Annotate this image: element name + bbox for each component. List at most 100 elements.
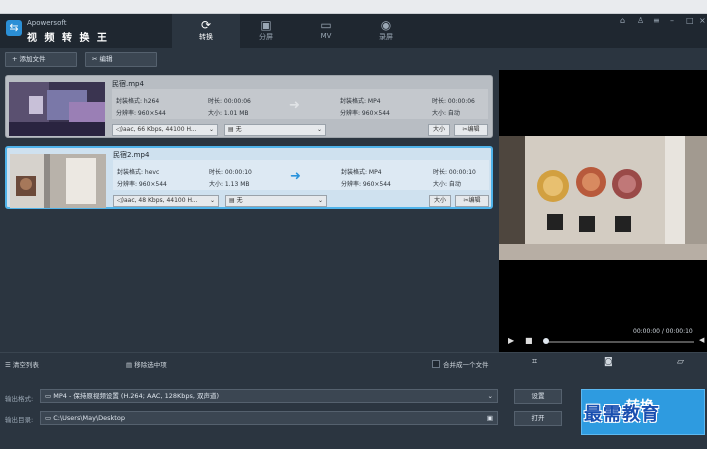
chevron-down-icon: ⌄ — [209, 197, 215, 204]
preview-frame — [499, 136, 707, 260]
remove-selected-label: 移除选中项 — [134, 361, 167, 369]
tab-label: 转换 — [199, 33, 213, 41]
source-size: 大小: 1.13 MB — [209, 181, 250, 188]
audio-track-select[interactable]: ◁)aac, 48 Kbps, 44100 H... ⌄ — [113, 195, 219, 207]
add-file-button[interactable]: + 添加文件 — [5, 52, 77, 67]
subtitle-value: 无 — [236, 197, 243, 204]
record-icon: ◉ — [380, 18, 392, 32]
brand-title: 视 频 转 换 王 — [27, 33, 109, 44]
video-preview: 00:00:00 / 00:00:10 ▶ ■ ◀ — [499, 70, 707, 352]
playback-time: 00:00:00 / 00:00:10 — [633, 328, 693, 335]
watermark: 最需教育 — [584, 404, 660, 425]
edit-button[interactable]: ✂ 编辑 — [85, 52, 157, 67]
target-resolution: 分辨率: 960×544 — [341, 181, 391, 188]
file-item[interactable]: 民宿.mp4 封装格式: h264 时长: 00:00:06 分辨率: 960×… — [5, 75, 493, 138]
size-button[interactable]: 大小 — [429, 195, 451, 207]
maximize-icon[interactable]: □ — [686, 16, 694, 25]
menu-icon[interactable]: ≡ — [653, 16, 660, 25]
convert-arrow-icon: ➜ — [289, 98, 300, 113]
browse-folder-icon[interactable]: ▣ — [487, 412, 493, 424]
tab-label: MV — [320, 32, 332, 40]
add-file-label: 添加文件 — [19, 55, 46, 63]
source-duration: 时长: 00:00:06 — [208, 98, 251, 105]
file-name: 民宿2.mp4 — [113, 151, 150, 159]
close-icon[interactable]: × — [699, 16, 706, 25]
target-size: 大小: 自动 — [433, 181, 461, 188]
clear-icon: ☰ — [5, 361, 13, 369]
subtitle-icon: ▤ — [228, 126, 236, 133]
play-icon[interactable]: ▶ — [508, 336, 514, 345]
target-resolution: 分辨率: 960×544 — [340, 110, 390, 117]
item-edit-button[interactable]: ✂编辑 — [454, 124, 488, 136]
top-strip — [0, 0, 707, 14]
settings-button[interactable]: 设置 — [514, 389, 562, 404]
source-format: 封装格式: hevc — [117, 169, 160, 176]
target-duration: 时长: 00:00:06 — [432, 98, 475, 105]
seek-bar[interactable] — [544, 341, 694, 343]
video-thumbnail — [10, 154, 106, 208]
subtitle-value: 无 — [235, 126, 242, 133]
audio-track-value: aac, 66 Kbps, 44100 H... — [122, 126, 197, 133]
chevron-down-icon: ⌄ — [316, 126, 322, 133]
video-thumbnail — [9, 82, 105, 136]
minimize-icon[interactable]: – — [670, 16, 674, 25]
folder-icon[interactable]: ▱ — [677, 357, 684, 367]
merge-checkbox[interactable] — [432, 360, 440, 368]
source-resolution: 分辨率: 960×544 — [116, 110, 166, 117]
convert-arrow-icon: ➜ — [290, 169, 301, 184]
refresh-icon: ⟳ — [200, 18, 212, 32]
output-dir-field[interactable]: ▭ C:\Users\May\Desktop ▣ — [40, 411, 498, 425]
subtitle-select[interactable]: ▤ 无 ⌄ — [225, 195, 327, 207]
output-format-value: MP4 - 保持原视频设置 (H.264; AAC, 128Kbps, 双声道) — [53, 392, 220, 400]
source-duration: 时长: 00:00:10 — [209, 169, 252, 176]
tv-icon: ▭ — [320, 18, 332, 32]
format-icon: ▭ — [45, 392, 54, 400]
item-edit-label: 编辑 — [467, 126, 480, 133]
file-item-selected[interactable]: 民宿2.mp4 封装格式: hevc 时长: 00:00:10 分辨率: 960… — [5, 146, 493, 209]
chevron-down-icon: ⌄ — [317, 197, 323, 204]
chevron-down-icon: ⌄ — [208, 126, 214, 133]
target-format: 封装格式: MP4 — [340, 98, 381, 105]
merge-label: 合并成一个文件 — [443, 361, 489, 369]
brand-small: Apowersoft — [27, 19, 67, 27]
source-format: 封装格式: h264 — [116, 98, 160, 105]
cart-icon[interactable]: ⌂ — [620, 16, 625, 25]
output-format-select[interactable]: ▭ MP4 - 保持原视频设置 (H.264; AAC, 128Kbps, 双声… — [40, 389, 498, 403]
target-format: 封装格式: MP4 — [341, 169, 382, 176]
tab-split-screen[interactable]: ▣ 分屏 — [232, 14, 300, 48]
source-size: 大小: 1.01 MB — [208, 110, 249, 117]
subtitle-icon: ▤ — [229, 197, 237, 204]
app-logo-icon: ⇆ — [6, 20, 22, 36]
seek-handle[interactable] — [543, 338, 549, 344]
file-name: 民宿.mp4 — [112, 80, 144, 88]
stop-icon[interactable]: ■ — [525, 336, 533, 345]
target-size: 大小: 自动 — [432, 110, 460, 117]
item-edit-label: 编辑 — [468, 197, 481, 204]
speaker-icon: ◁) — [116, 126, 123, 133]
speaker-icon: ◁) — [117, 197, 124, 204]
output-dir-value: C:\Users\May\Desktop — [53, 414, 125, 422]
user-icon[interactable]: ♙ — [637, 16, 644, 25]
edit-label: 编辑 — [99, 55, 113, 63]
subtitle-select[interactable]: ▤ 无 ⌄ — [224, 124, 326, 136]
tab-mv[interactable]: ▭ MV — [292, 14, 360, 48]
size-button[interactable]: 大小 — [428, 124, 450, 136]
volume-icon[interactable]: ◀ — [699, 336, 704, 344]
split-screen-icon: ▣ — [260, 18, 272, 32]
tab-label: 录屏 — [379, 33, 393, 41]
crop-icon[interactable]: ⌗ — [532, 357, 537, 367]
target-duration: 时长: 00:00:10 — [433, 169, 476, 176]
scissors-icon: ✂ — [92, 55, 100, 63]
source-resolution: 分辨率: 960×544 — [117, 181, 167, 188]
clear-list-label: 清空列表 — [12, 361, 39, 369]
output-dir-label: 输出目录: — [5, 416, 34, 424]
camera-icon[interactable]: ◙ — [604, 357, 613, 367]
tab-record[interactable]: ◉ 录屏 — [352, 14, 420, 48]
remove-selected-button[interactable]: ▤ 移除选中项 — [126, 359, 167, 369]
clear-list-button[interactable]: ☰ 清空列表 — [5, 359, 39, 369]
open-button[interactable]: 打开 — [514, 411, 562, 426]
audio-track-select[interactable]: ◁)aac, 66 Kbps, 44100 H... ⌄ — [112, 124, 218, 136]
output-format-label: 输出格式: — [5, 395, 34, 403]
item-edit-button[interactable]: ✂编辑 — [455, 195, 489, 207]
tab-convert[interactable]: ⟳ 转换 — [172, 14, 240, 48]
